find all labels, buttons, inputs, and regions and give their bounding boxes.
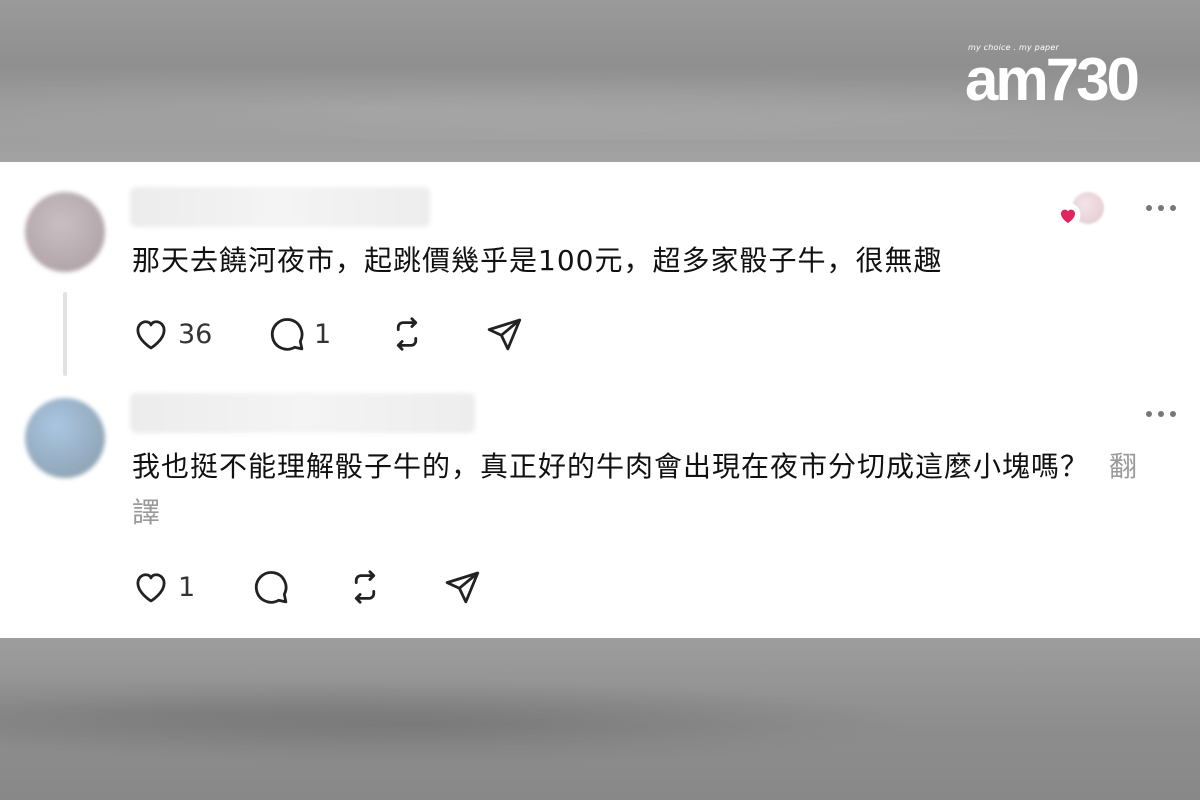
comment-text: 那天去饒河夜市，起跳價幾乎是100元，超多家骰子牛，很無趣 — [132, 244, 943, 277]
like-count: 1 — [178, 571, 196, 603]
am730-logo: my choice . my paper am730 — [965, 40, 1150, 113]
paper-plane-icon — [445, 571, 480, 604]
repost-icon — [354, 570, 376, 604]
username-redacted[interactable] — [130, 393, 475, 433]
repost-button[interactable] — [344, 565, 386, 609]
heart-outline-icon — [136, 320, 166, 350]
like-count: 36 — [178, 318, 213, 350]
more-dots-icon[interactable] — [1143, 406, 1179, 422]
reply-button[interactable]: 1 — [266, 312, 331, 356]
comment-body: 我也挺不能理解骰子牛的，真正好的牛肉會出現在夜市分切成這麼小塊嗎？ — [132, 450, 1090, 483]
share-button[interactable] — [483, 312, 525, 356]
thread-line — [63, 292, 67, 376]
repost-button[interactable] — [386, 312, 428, 356]
logo-mark: am730 — [965, 46, 1140, 113]
author-liked-indicator — [1055, 190, 1107, 230]
like-button[interactable]: 1 — [130, 565, 195, 609]
like-button[interactable]: 36 — [130, 312, 212, 356]
avatar[interactable] — [25, 398, 105, 478]
speech-bubble-icon — [254, 571, 288, 604]
username-redacted[interactable] — [130, 187, 430, 227]
more-dots-icon[interactable] — [1143, 200, 1179, 216]
comments-card: 那天去饒河夜市，起跳價幾乎是100元，超多家骰子牛，很無趣 36 1 我也挺不能… — [0, 162, 1200, 638]
comment-text: 我也挺不能理解骰子牛的，真正好的牛肉會出現在夜市分切成這麼小塊嗎？ 翻譯 — [132, 444, 1152, 536]
repost-icon — [396, 317, 418, 351]
red-heart-icon — [1055, 202, 1081, 228]
heart-outline-icon — [136, 573, 166, 603]
blurred-background-bottom — [0, 638, 1200, 800]
reply-count: 1 — [314, 318, 332, 350]
share-button[interactable] — [441, 565, 483, 609]
speech-bubble-icon — [270, 318, 304, 351]
avatar[interactable] — [25, 192, 105, 272]
reply-button[interactable] — [250, 565, 292, 609]
paper-plane-icon — [487, 318, 522, 351]
